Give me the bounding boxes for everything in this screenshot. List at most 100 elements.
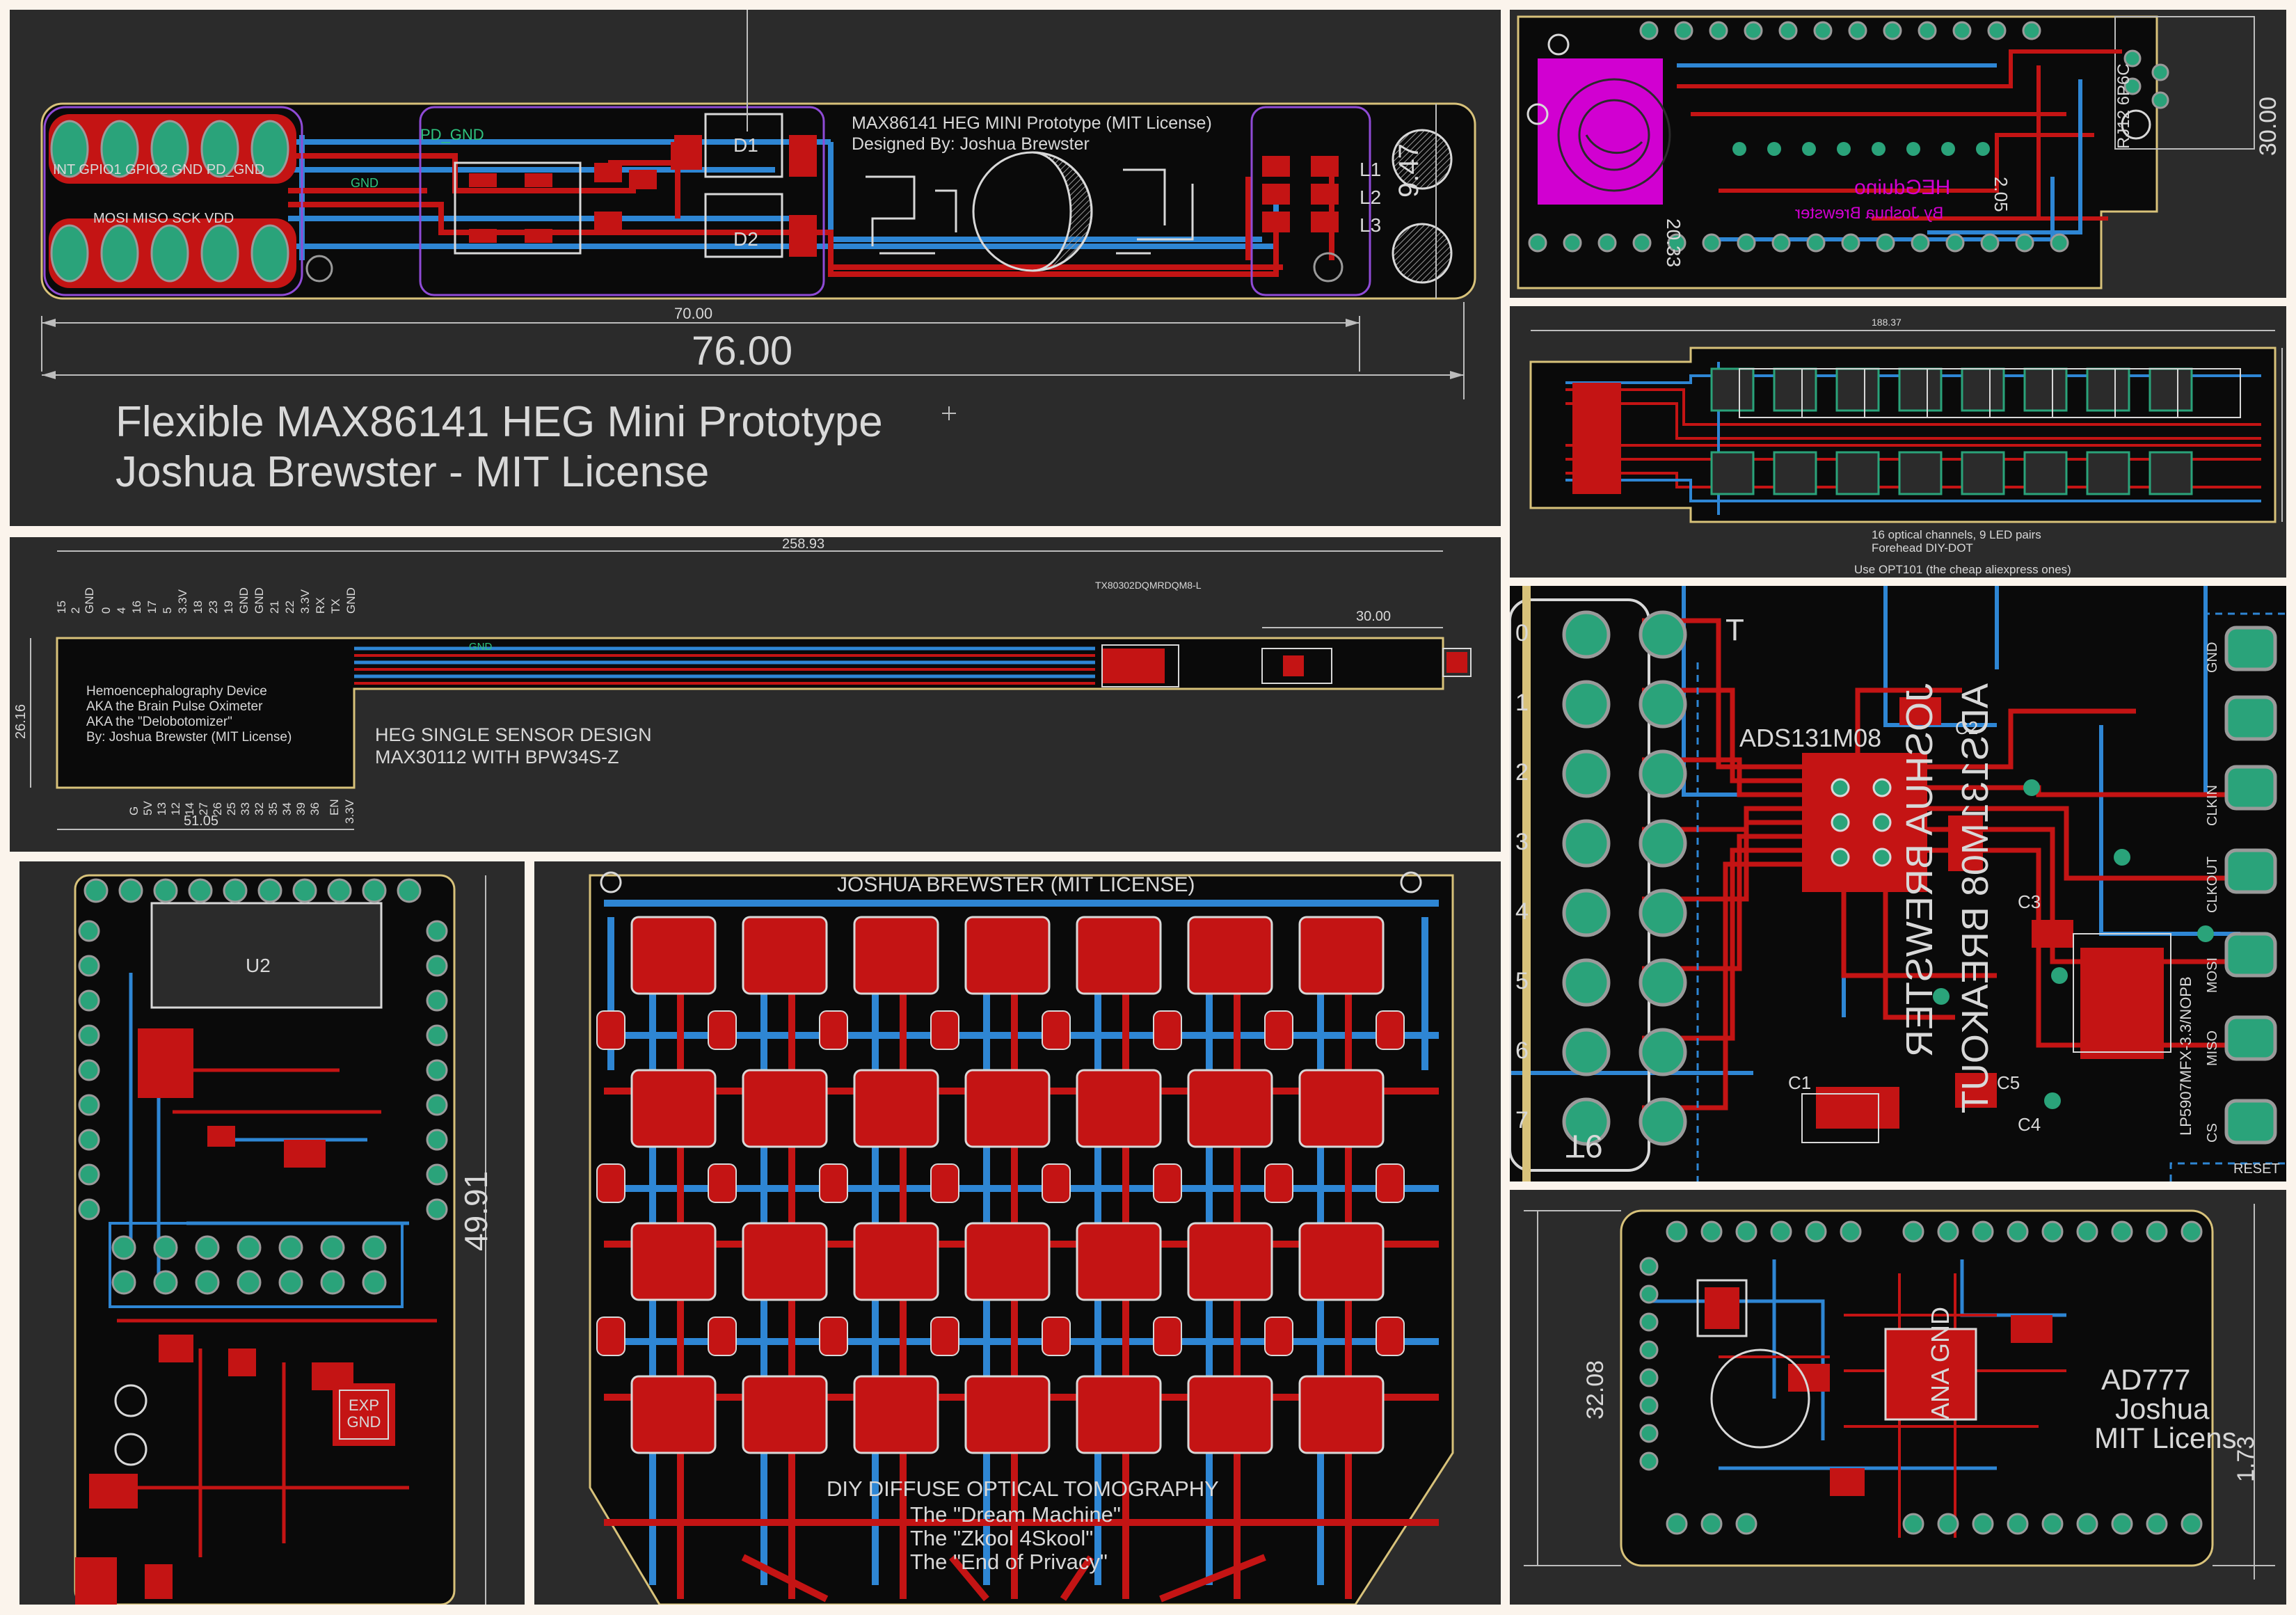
- desc-line-4: By: Joshua Brewster (MIT License): [86, 730, 292, 745]
- chip-label: ADS131M08: [1739, 724, 1882, 752]
- pin-label-bottom-13: 39: [294, 802, 308, 816]
- pin-label-bottom-5: 14: [183, 802, 196, 816]
- pin-label-top-5: 4: [115, 607, 128, 614]
- dimension-length: 188.37: [1872, 317, 1902, 328]
- pin-number-7: 7: [1515, 1107, 1529, 1133]
- dimension-height: 32.08: [1582, 1360, 1609, 1419]
- connector-label: RJ12 6P6C: [2114, 63, 2133, 149]
- pin-label-top-12: 19: [222, 600, 235, 614]
- dimension-length: 258.93: [782, 537, 825, 552]
- pin-number-1: 1: [1515, 690, 1529, 716]
- pin-label-top-11: 23: [207, 600, 220, 614]
- dimension-height: 49.91: [458, 1170, 494, 1251]
- dimension-height: 26.16: [13, 703, 29, 739]
- pin-label-bottom-7: 26: [211, 802, 224, 816]
- caption-line-3: Use OPT101 (the cheap aliexpress ones): [1854, 563, 2071, 576]
- pin-label-top-10: 18: [191, 600, 205, 614]
- panel-hegduino: 30.00 20.33 2.05 RJ12 6P6C HEGduino By J…: [1510, 10, 2286, 298]
- diode-label-d1: D1: [733, 134, 758, 156]
- exp-gnd-label: EXP GND: [346, 1397, 381, 1431]
- footer-line-2: The "Dream Machine": [910, 1502, 1121, 1527]
- right-pin-3: CLKIN: [2205, 785, 2220, 826]
- credit-text: By Joshua Brewster: [1795, 204, 1944, 223]
- panel-heg-single-sensor: 258.93 30.00 26.16 51.05 TX80302DQMRDQM8…: [10, 537, 1501, 852]
- right-pin-12: CS: [2205, 1123, 2220, 1143]
- brand-hegduino: HEGduino: [1854, 176, 1951, 199]
- footer-line-3: The "Zkool 4Skool": [910, 1526, 1094, 1550]
- pin-number-0: 0: [1515, 620, 1529, 646]
- pin-number-2: 2: [1515, 759, 1529, 786]
- pin-label-top-6: 16: [130, 600, 143, 614]
- pin-label-bottom-4: 12: [169, 802, 182, 816]
- pin-label-bottom-1: G: [127, 806, 141, 816]
- pin-label-top-18: RX: [314, 597, 327, 614]
- right-pin-13: RESET: [2233, 1161, 2280, 1177]
- right-pin-8: MISO: [2205, 1030, 2220, 1066]
- pin-number-3: 3: [1515, 829, 1529, 855]
- pin-label-top-20: GND: [344, 587, 358, 614]
- footer-line-1: DIY DIFFUSE OPTICAL TOMOGRAPHY: [827, 1477, 1219, 1501]
- board-text-line1: MAX86141 HEG MINI Prototype (MIT License…: [852, 113, 1212, 133]
- desc-line-1: Hemoencephalography Device: [86, 684, 267, 699]
- caption-line-1: 16 optical channels, 9 LED pairs: [1872, 528, 2041, 541]
- side-line-3: MIT Licens: [2094, 1422, 2237, 1454]
- pin-label-bottom-11: 35: [266, 802, 280, 816]
- right-pin-4: CLKOUT: [2205, 856, 2220, 913]
- pin-label-bottom-3: 13: [155, 802, 168, 816]
- desc-line-2: AKA the Brain Pulse Oximeter: [86, 699, 263, 714]
- dimension-inner: 20.33: [1663, 218, 1684, 268]
- pin-label-top-4: 0: [99, 607, 113, 614]
- led-label-l2: L2: [1360, 186, 1382, 208]
- pin-label-top-7: 17: [145, 600, 159, 614]
- pin-label-top-19: TX: [329, 598, 342, 614]
- panel-diy-dot: JOSHUA BREWSTER (MIT LICENSE) DIY DIFFUS…: [534, 861, 1501, 1605]
- side-line-2: Joshua: [2115, 1392, 2210, 1425]
- pin-number-5: 5: [1515, 968, 1529, 994]
- led-label-l1: L1: [1360, 159, 1382, 180]
- dimension-small: 2.05: [1991, 177, 2011, 212]
- panel-ads131m08-breakout: 0 1 2 3 4 5 6 7 ADS131M08 JOSHUA BREWSTE…: [1510, 586, 2286, 1182]
- pin-label-bottom-10: 32: [253, 802, 266, 816]
- dimension-inner: 70.00: [674, 305, 713, 322]
- title-line-2: Joshua Brewster - MIT License: [115, 448, 710, 496]
- board-text-line2: Designed By: Joshua Brewster: [852, 134, 1090, 154]
- footer-line-4: The "End of Privacy": [910, 1550, 1108, 1574]
- chip-label-u2: U2: [246, 955, 271, 976]
- pin-label-top-3: GND: [83, 587, 96, 614]
- right-pin-6: MOSI: [2205, 957, 2220, 993]
- pin-label-bottom-12: 34: [280, 802, 294, 816]
- design-line-2: MAX30112 WITH BPW34S-Z: [375, 747, 619, 767]
- panel-ad7779: 32.08 1.73 ANA GND AD777 Joshua MIT Lice…: [1510, 1190, 2286, 1605]
- pin-number-6: 6: [1515, 1037, 1529, 1064]
- cap-c3: C3: [2018, 891, 2041, 912]
- led-label-l3: L3: [1360, 214, 1382, 236]
- mark-t: T: [1725, 613, 1744, 647]
- caption-line-2: Forehead DIY-DOT: [1872, 541, 1973, 555]
- pin-label-top-9: 3.3V: [176, 589, 189, 614]
- cap-c2: C2: [1955, 717, 1979, 738]
- design-line-1: HEG SINGLE SENSOR DESIGN: [375, 724, 652, 745]
- net-label-gnd: GND: [469, 641, 493, 653]
- dimension-height: 9.47: [1394, 143, 1424, 198]
- pin-label-top-16: 22: [283, 600, 296, 614]
- ana-gnd-label: ANA GND: [1926, 1306, 1954, 1419]
- dimension-small: 51.05: [184, 813, 219, 829]
- pin-label-bottom-8: 25: [225, 802, 238, 816]
- pin-label-top-17: 3.3V: [298, 589, 312, 614]
- pin-label-bottom-6: 27: [197, 802, 210, 816]
- pin-label-top-15: 21: [268, 600, 281, 614]
- pin-label-top-1: 15: [55, 600, 68, 614]
- panel-max86141-flex: PD_GND GND INT GPIO1 GPIO2 GND PD_GND MO…: [10, 10, 1501, 526]
- panel-forehead-dot: 188.37 16 optical channels, 9 LED pairs …: [1510, 306, 2286, 578]
- pin-label-top-8: 5: [161, 607, 174, 614]
- pin-label-bottom-15: EN: [328, 799, 341, 816]
- net-label-pd-gnd: PD_GND: [420, 126, 484, 143]
- pin-labels-bottom: MOSI MISO SCK VDD: [93, 211, 234, 226]
- pin-label-top-14: GND: [253, 587, 266, 614]
- regulator-label: LP5907MFX-3.3/NOPB: [2177, 976, 2194, 1136]
- diode-label-d2: D2: [733, 228, 758, 250]
- pcb-u2-board: [74, 874, 486, 1605]
- net-label-gnd: GND: [351, 176, 378, 190]
- dimension-short: 30.00: [1356, 609, 1392, 624]
- cap-c5: C5: [1997, 1072, 2020, 1093]
